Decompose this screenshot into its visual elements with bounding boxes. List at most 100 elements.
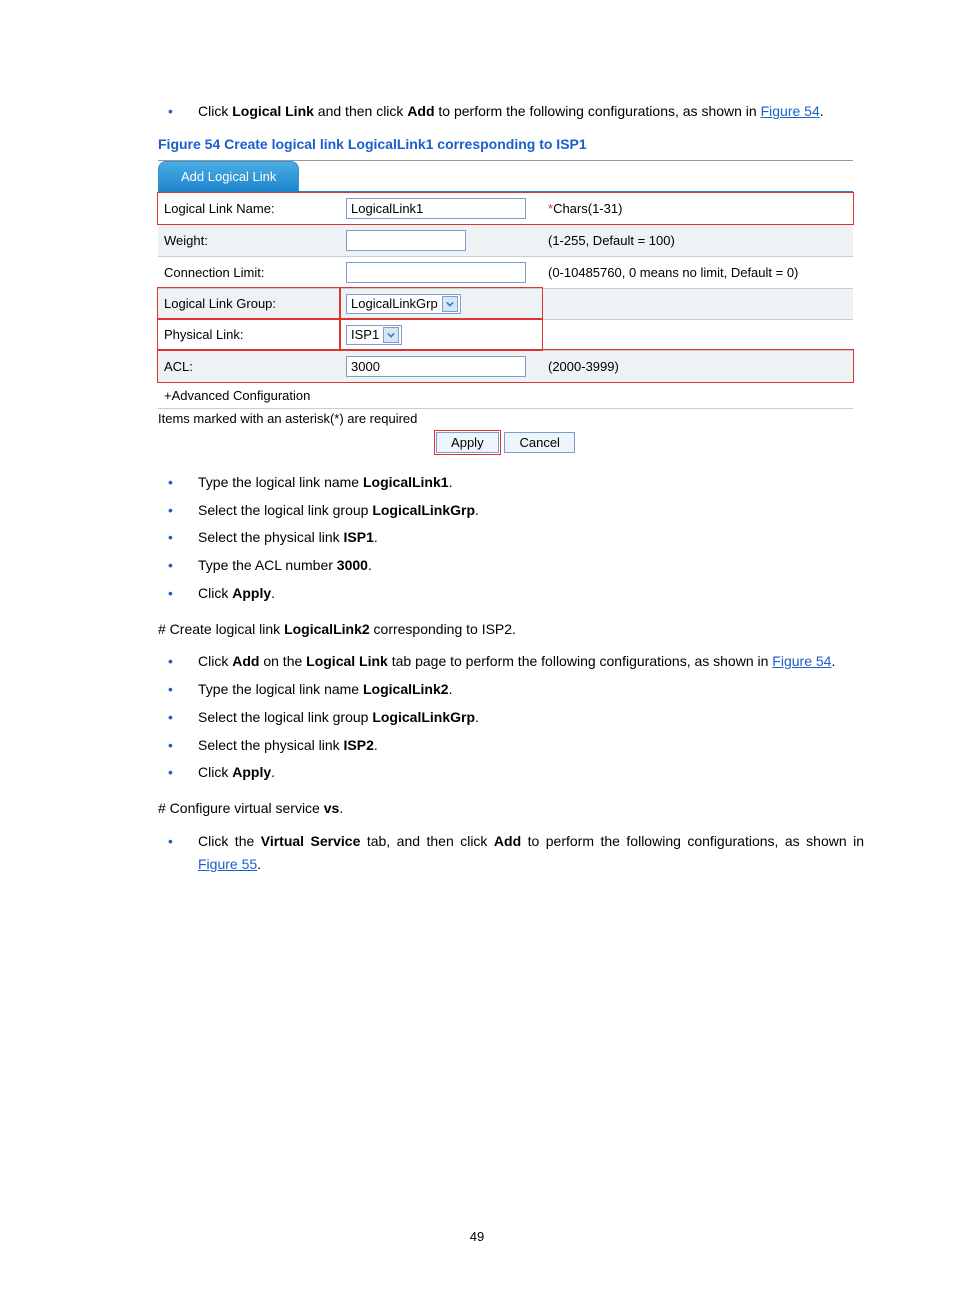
text: . [475, 502, 479, 518]
select-value: LogicalLinkGrp [351, 296, 438, 311]
text: . [449, 474, 453, 490]
figure-55-link[interactable]: Figure 55 [198, 856, 257, 872]
text: to perform the following configurations,… [521, 833, 864, 849]
input-acl[interactable] [346, 356, 526, 377]
step: Type the logical link name LogicalLink1. [158, 471, 864, 495]
row-acl: ACL: (2000-3999) [158, 350, 853, 382]
row-logical-link-group: Logical Link Group: LogicalLinkGrp [158, 288, 853, 319]
text: Click the [198, 833, 261, 849]
text: Select the logical link group [198, 709, 372, 725]
tab-add-logical-link[interactable]: Add Logical Link [158, 161, 299, 191]
figure-54-link[interactable]: Figure 54 [772, 653, 831, 669]
text: Type the ACL number [198, 557, 337, 573]
bold: vs [324, 800, 340, 816]
text: and then click [314, 103, 407, 119]
row-physical-link: Physical Link: ISP1 [158, 319, 853, 350]
text: . [271, 585, 275, 601]
text: on the [259, 653, 306, 669]
text: tab, and then click [360, 833, 494, 849]
text: Click [198, 764, 232, 780]
text: . [820, 103, 824, 119]
text: Click [198, 653, 232, 669]
text: . [831, 653, 835, 669]
text: Click [198, 103, 232, 119]
row-weight: Weight: (1-255, Default = 100) [158, 224, 853, 256]
select-value: ISP1 [351, 327, 379, 342]
bold: Virtual Service [261, 833, 361, 849]
text: Select the physical link [198, 737, 344, 753]
step: Type the logical link name LogicalLink2. [158, 678, 864, 702]
input-logical-link-name[interactable] [346, 198, 526, 219]
bold: LogicalLinkGrp [372, 709, 475, 725]
select-physical-link[interactable]: ISP1 [346, 325, 402, 345]
bold: Apply [232, 764, 271, 780]
step: Click Apply. [158, 761, 864, 785]
input-connection-limit[interactable] [346, 262, 526, 283]
label-acl: ACL: [158, 350, 340, 382]
figure-54-link[interactable]: Figure 54 [761, 103, 820, 119]
label-name: Logical Link Name: [158, 193, 340, 225]
select-logical-link-group[interactable]: LogicalLinkGrp [346, 294, 461, 314]
bold: LogicalLink2 [363, 681, 449, 697]
text: Type the logical link name [198, 681, 363, 697]
apply-button[interactable]: Apply [436, 432, 499, 453]
step: Select the physical link ISP2. [158, 734, 864, 758]
bold: Add [494, 833, 521, 849]
bold: LogicalLink2 [284, 621, 370, 637]
hash-configure-vs: # Configure virtual service vs. [158, 797, 864, 819]
steps-list-2: Click Add on the Logical Link tab page t… [158, 650, 864, 785]
advanced-toggle[interactable]: +Advanced Configuration [158, 382, 853, 408]
label-group: Logical Link Group: [158, 288, 340, 319]
bold-add: Add [407, 103, 434, 119]
text: # Create logical link [158, 621, 284, 637]
text: . [475, 709, 479, 725]
bold: LogicalLinkGrp [372, 502, 475, 518]
hash-create-link2: # Create logical link LogicalLink2 corre… [158, 618, 864, 640]
bold-logical-link: Logical Link [232, 103, 314, 119]
bold: LogicalLink1 [363, 474, 449, 490]
text: . [368, 557, 372, 573]
step: Select the logical link group LogicalLin… [158, 706, 864, 730]
text: . [374, 529, 378, 545]
step: Click Add on the Logical Link tab page t… [158, 650, 864, 674]
chevron-down-icon [383, 327, 399, 343]
label-phy: Physical Link: [158, 319, 340, 350]
step: Click Apply. [158, 582, 864, 606]
text: corresponding to ISP2. [370, 621, 516, 637]
bold: ISP1 [344, 529, 374, 545]
text: Select the logical link group [198, 502, 372, 518]
row-connection-limit: Connection Limit: (0-10485760, 0 means n… [158, 256, 853, 288]
intro-bullet-list: Click Logical Link and then click Add to… [158, 100, 864, 124]
hint-weight: (1-255, Default = 100) [542, 224, 853, 256]
hint-acl: (2000-3999) [542, 350, 853, 382]
step: Select the physical link ISP1. [158, 526, 864, 550]
step: Click the Virtual Service tab, and then … [158, 830, 864, 878]
required-note: Items marked with an asterisk(*) are req… [158, 411, 853, 426]
text: . [339, 800, 343, 816]
caption-suffix: corresponding to ISP1 [433, 136, 586, 152]
hint-conn: (0-10485760, 0 means no limit, Default =… [542, 256, 853, 288]
bold: Logical Link [306, 653, 388, 669]
text: . [257, 856, 261, 872]
add-logical-link-form: Add Logical Link Logical Link Name: *Cha… [158, 160, 853, 453]
bold: Add [232, 653, 259, 669]
text: . [449, 681, 453, 697]
label-conn: Connection Limit: [158, 256, 340, 288]
text: . [374, 737, 378, 753]
button-row: Apply Cancel [158, 432, 853, 453]
text: to perform the following configurations,… [435, 103, 761, 119]
steps-list-3: Click the Virtual Service tab, and then … [158, 830, 864, 878]
chevron-down-icon [442, 296, 458, 312]
row-advanced: +Advanced Configuration [158, 382, 853, 408]
bold: ISP2 [344, 737, 374, 753]
caption-prefix: Figure 54 Create logical link [158, 136, 348, 152]
label-weight: Weight: [158, 224, 340, 256]
text: . [271, 764, 275, 780]
step: Select the logical link group LogicalLin… [158, 499, 864, 523]
input-weight[interactable] [346, 230, 466, 251]
text: Click [198, 585, 232, 601]
step: Type the ACL number 3000. [158, 554, 864, 578]
bold: Apply [232, 585, 271, 601]
cancel-button[interactable]: Cancel [504, 432, 574, 453]
text: Select the physical link [198, 529, 344, 545]
